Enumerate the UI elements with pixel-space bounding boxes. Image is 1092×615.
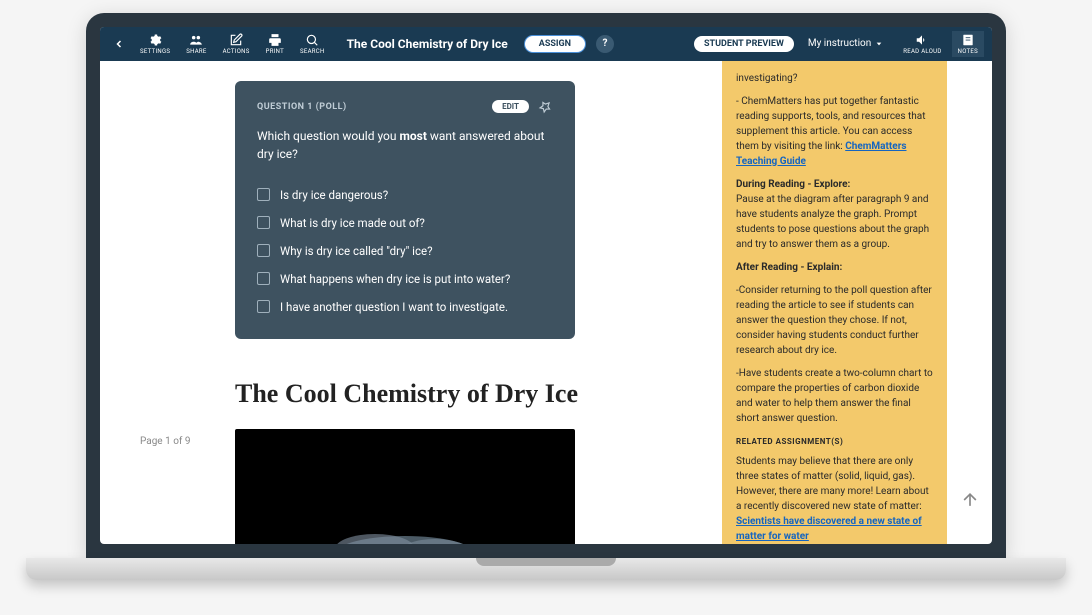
article-title: The Cool Chemistry of Dry Ice	[235, 379, 702, 409]
poll-option-label: What happens when dry ice is put into wa…	[280, 272, 510, 286]
read-aloud-button[interactable]: READ ALOUD	[897, 31, 947, 57]
poll-options: Is dry ice dangerous? What is dry ice ma…	[257, 181, 553, 321]
notes-sidebar[interactable]: investigating? - ChemMatters has put tog…	[722, 61, 947, 544]
checkbox-icon	[257, 216, 270, 229]
readaloud-label: READ ALOUD	[903, 48, 941, 55]
scroll-top-button[interactable]	[956, 486, 984, 514]
poll-option-label: Why is dry ice called "dry" ice?	[280, 244, 433, 258]
question-label: QUESTION 1 (POLL)	[257, 102, 347, 112]
page-indicator: Page 1 of 9	[140, 436, 190, 447]
related-heading: RELATED ASSIGNMENT(S)	[736, 436, 933, 448]
scroll-top-area	[947, 61, 992, 544]
print-icon	[268, 33, 282, 47]
related-link[interactable]: Scientists have discovered a new state o…	[736, 516, 922, 542]
speaker-icon	[915, 33, 929, 47]
actions-label: ACTIONS	[223, 48, 250, 55]
sidebar-text: During Reading - Explore: Pause at the d…	[736, 177, 933, 252]
question-card: QUESTION 1 (POLL) EDIT Which question wo…	[235, 81, 575, 339]
share-label: SHARE	[186, 48, 206, 55]
edit-button[interactable]: EDIT	[492, 100, 529, 113]
content-column: QUESTION 1 (POLL) EDIT Which question wo…	[100, 61, 722, 544]
sidebar-text: investigating?	[736, 71, 933, 86]
settings-label: SETTINGS	[140, 48, 170, 55]
search-label: SEARCH	[300, 48, 325, 55]
assign-button[interactable]: ASSIGN	[524, 35, 586, 53]
sidebar-text: After Reading - Explain:	[736, 260, 933, 275]
people-icon	[189, 33, 203, 47]
page-title: The Cool Chemistry of Dry Ice	[347, 37, 508, 51]
back-button[interactable]	[108, 33, 130, 55]
chevron-down-icon	[875, 40, 883, 48]
checkbox-icon	[257, 188, 270, 201]
share-button[interactable]: SHARE	[180, 31, 212, 57]
poll-option[interactable]: What happens when dry ice is put into wa…	[257, 265, 553, 293]
actions-button[interactable]: ACTIONS	[217, 31, 256, 57]
help-button[interactable]: ?	[596, 35, 614, 53]
notes-icon	[961, 33, 975, 47]
sidebar-text: -Consider returning to the poll question…	[736, 283, 933, 358]
sidebar-text: - ChemMatters has put together fantastic…	[736, 94, 933, 169]
search-icon	[305, 33, 319, 47]
poll-option[interactable]: Why is dry ice called "dry" ice?	[257, 237, 553, 265]
sidebar-text: -Have students create a two-column chart…	[736, 366, 933, 426]
checkbox-icon	[257, 272, 270, 285]
notes-button[interactable]: NOTES	[952, 31, 984, 57]
poll-option-label: Is dry ice dangerous?	[280, 188, 388, 202]
checkbox-icon	[257, 244, 270, 257]
student-preview-button[interactable]: STUDENT PREVIEW	[694, 36, 794, 52]
poll-option-label: What is dry ice made out of?	[280, 216, 425, 230]
pin-icon[interactable]	[537, 99, 553, 115]
search-button[interactable]: SEARCH	[294, 31, 331, 57]
poll-option[interactable]: Is dry ice dangerous?	[257, 181, 553, 209]
top-nav: SETTINGS SHARE ACTIONS	[100, 27, 992, 61]
settings-button[interactable]: SETTINGS	[134, 31, 176, 57]
poll-option[interactable]: What is dry ice made out of?	[257, 209, 553, 237]
print-label: PRINT	[266, 48, 284, 55]
checkbox-icon	[257, 300, 270, 313]
poll-option-label: I have another question I want to invest…	[280, 300, 508, 314]
notes-label: NOTES	[958, 48, 978, 55]
edit-icon	[229, 33, 243, 47]
sidebar-text: Students may believe that there are only…	[736, 454, 933, 544]
gear-icon	[148, 33, 162, 47]
dropdown-label: My instruction	[808, 38, 871, 49]
poll-option[interactable]: I have another question I want to invest…	[257, 293, 553, 321]
question-text: Which question would you most want answe…	[257, 127, 553, 163]
print-button[interactable]: PRINT	[260, 31, 290, 57]
instruction-dropdown[interactable]: My instruction	[798, 38, 893, 49]
article-image	[235, 429, 575, 544]
